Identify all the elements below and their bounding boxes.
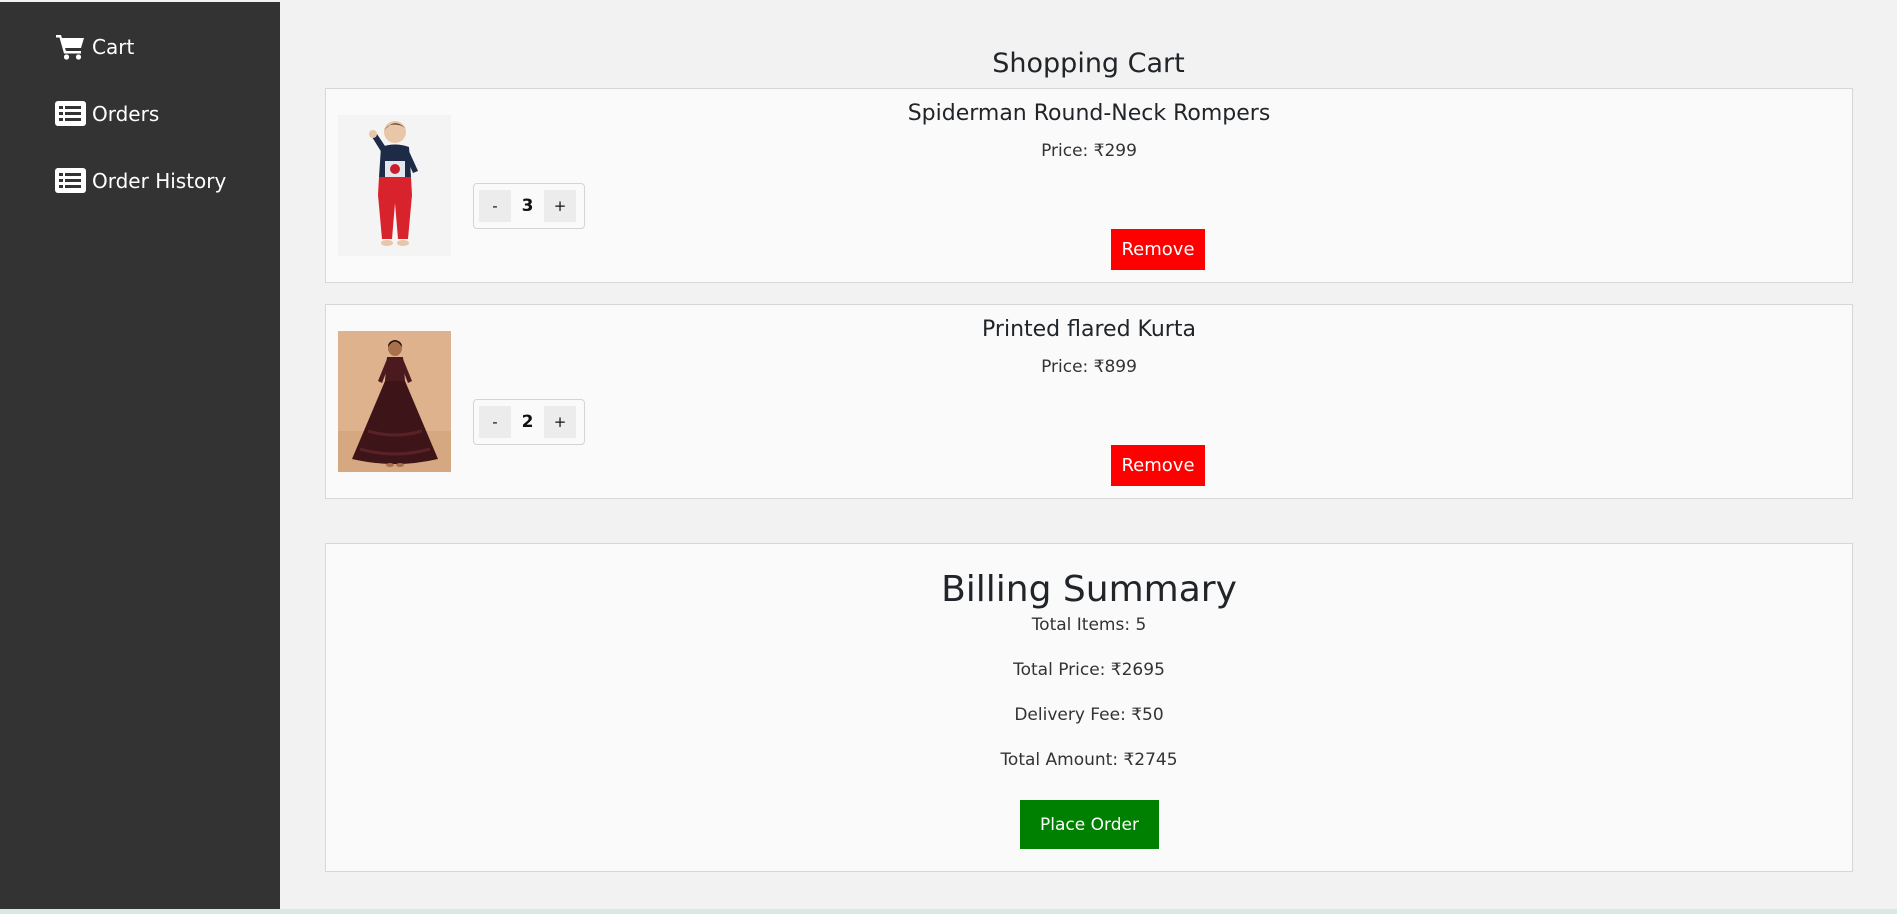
cart-item: - 2 + Printed flared Kurta Price: ₹899 R… (325, 304, 1853, 499)
place-order-button[interactable]: Place Order (1020, 800, 1159, 849)
remove-button[interactable]: Remove (1111, 229, 1205, 270)
total-amount: Total Amount: ₹2745 (1000, 750, 1178, 770)
bottom-strip (0, 909, 1897, 914)
billing-title: Billing Summary (941, 569, 1237, 610)
increment-button[interactable]: + (544, 406, 576, 438)
quantity-stepper: - 2 + (473, 399, 585, 445)
sidebar-item-label: Cart (92, 34, 135, 59)
cart-icon (55, 33, 86, 60)
list-icon (55, 101, 86, 126)
product-price: Price: ₹899 (1041, 357, 1137, 377)
total-items: Total Items: 5 (1031, 615, 1147, 635)
decrement-button[interactable]: - (479, 406, 511, 438)
product-image (338, 115, 451, 256)
page-title: Shopping Cart (992, 48, 1185, 79)
increment-button[interactable]: + (544, 190, 576, 222)
remove-button[interactable]: Remove (1111, 445, 1205, 486)
cart-item: - 3 + Spiderman Round-Neck Rompers Price… (325, 88, 1853, 283)
sidebar-item-orders[interactable]: Orders (55, 101, 159, 126)
sidebar-item-cart[interactable]: Cart (55, 33, 134, 60)
product-name: Spiderman Round-Neck Rompers (907, 101, 1271, 126)
quantity-stepper: - 3 + (473, 183, 585, 229)
decrement-button[interactable]: - (479, 190, 511, 222)
total-price: Total Price: ₹2695 (1013, 660, 1165, 680)
sidebar-item-label: Orders (92, 101, 160, 126)
billing-summary: Billing Summary Total Items: 5 Total Pri… (325, 543, 1853, 872)
app-frame: Cart Orders Order History Shopping Cart … (0, 0, 1897, 914)
quantity-value: 2 (521, 412, 534, 432)
sidebar-item-label: Order History (92, 168, 227, 193)
quantity-value: 3 (521, 196, 534, 216)
sidebar: Cart Orders Order History (0, 2, 280, 909)
delivery-fee: Delivery Fee: ₹50 (1014, 705, 1164, 725)
sidebar-item-order-history[interactable]: Order History (55, 168, 226, 193)
list-icon (55, 168, 86, 193)
product-name: Printed flared Kurta (982, 317, 1196, 342)
product-image (338, 331, 451, 472)
product-price: Price: ₹299 (1041, 141, 1137, 161)
